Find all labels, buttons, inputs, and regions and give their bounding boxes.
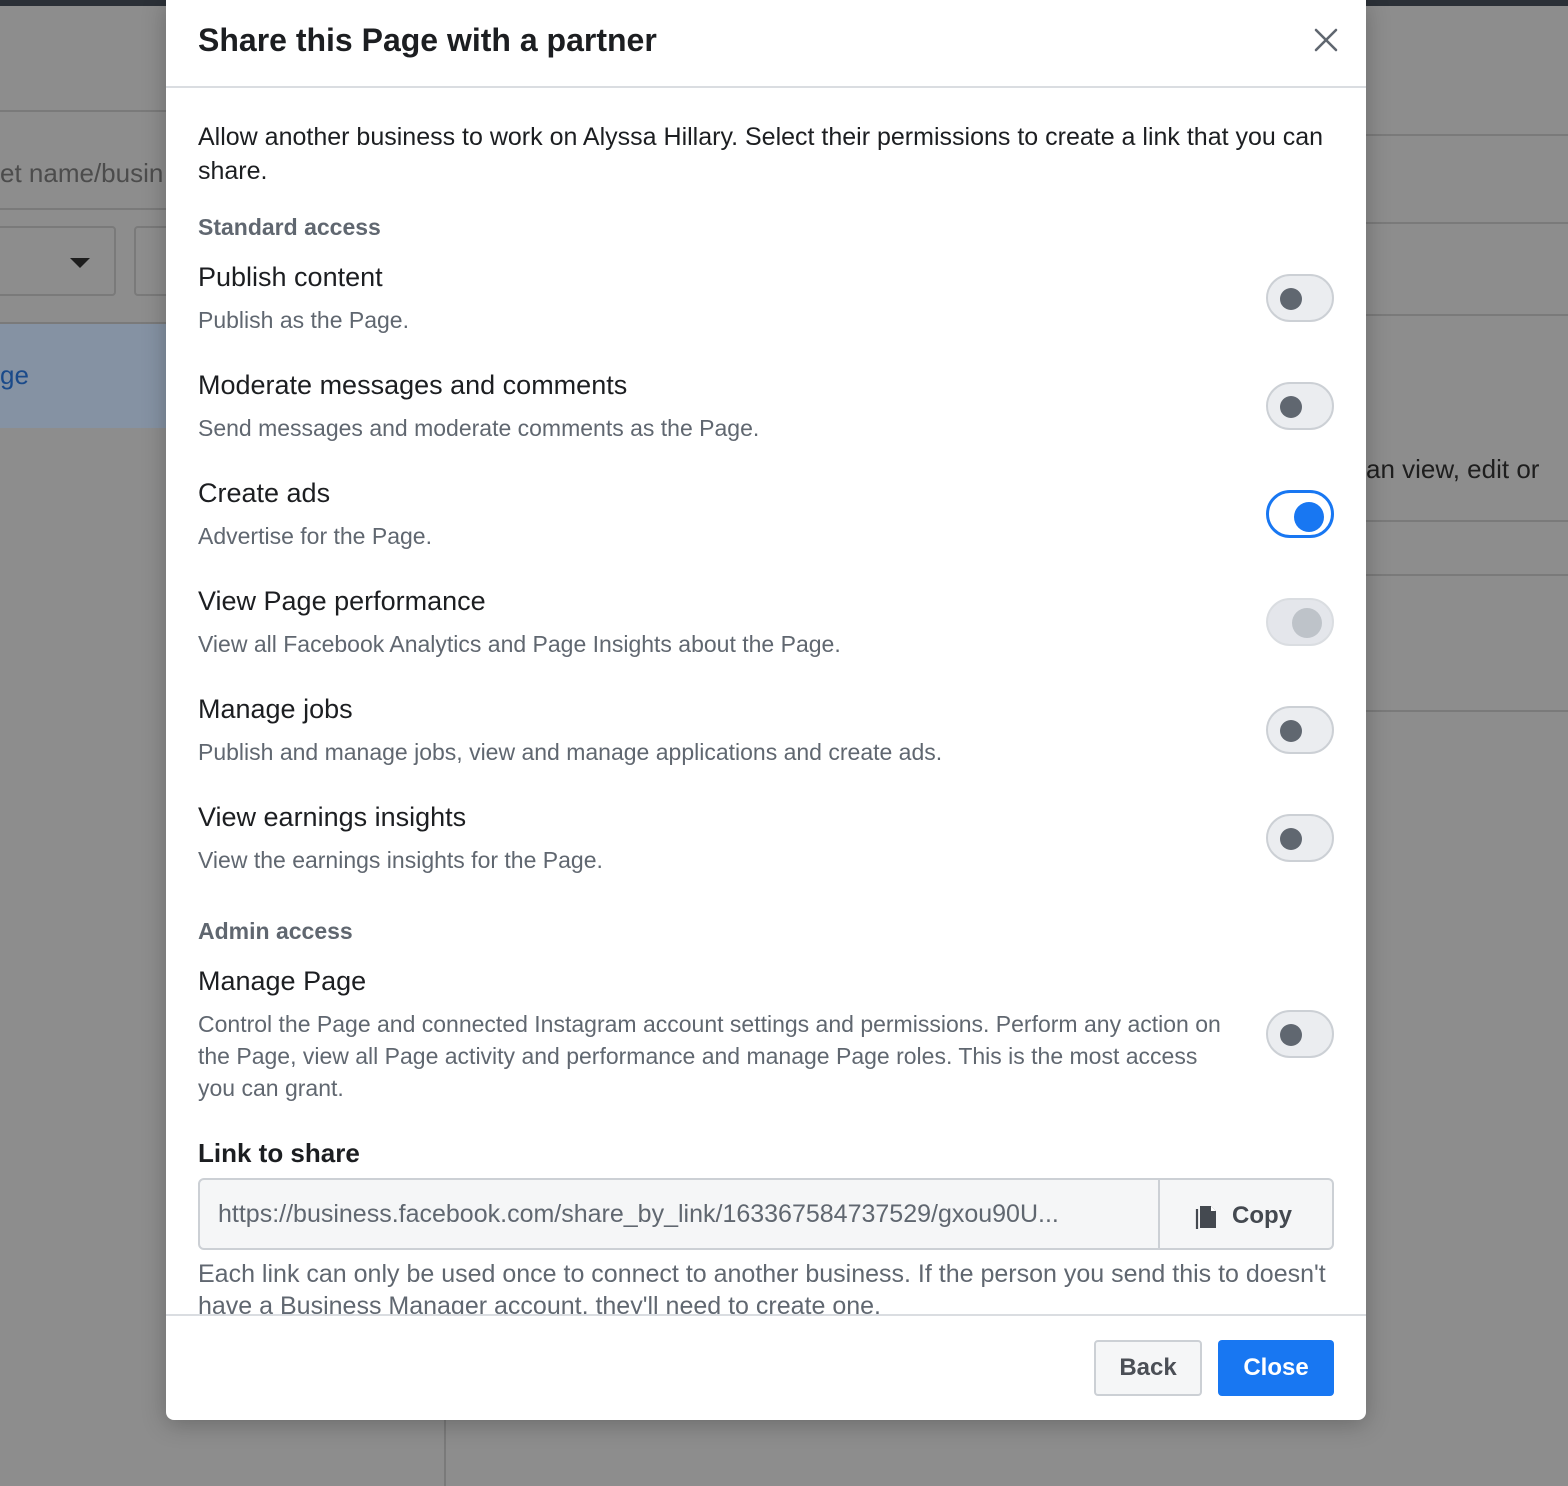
view-earnings-insights-toggle[interactable] xyxy=(1266,814,1334,862)
background-divider xyxy=(0,208,166,210)
permission-name: View earnings insights xyxy=(198,802,467,832)
permission-description: Publish as the Page. xyxy=(198,307,409,333)
permission-name: View Page performance xyxy=(198,586,486,616)
manage-jobs-toggle[interactable] xyxy=(1266,706,1334,754)
moderate-messages-toggle[interactable] xyxy=(1266,382,1334,430)
background-text: an view, edit or xyxy=(1366,454,1540,484)
toggle-knob xyxy=(1280,1024,1302,1046)
permission-name: Moderate messages and comments xyxy=(198,370,628,400)
background-dropdown xyxy=(0,226,116,296)
create-ads-toggle[interactable] xyxy=(1266,490,1334,538)
permission-description: View all Facebook Analytics and Page Ins… xyxy=(198,631,841,657)
permission-description: View the earnings insights for the Page. xyxy=(198,847,603,873)
share-link-field[interactable]: https://business.facebook.com/share_by_l… xyxy=(198,1178,1160,1250)
background-divider xyxy=(0,110,166,112)
permission-name: Manage Page xyxy=(198,966,367,996)
toggle-knob xyxy=(1292,608,1322,638)
permission-name: Publish content xyxy=(198,262,383,292)
permission-description: Control the Page and connected Instagram… xyxy=(198,1011,1221,1101)
dialog-header: Share this Page with a partner xyxy=(166,0,1366,88)
copy-button[interactable]: Copy xyxy=(1160,1178,1334,1250)
toggle-knob xyxy=(1280,720,1302,742)
close-icon[interactable] xyxy=(1306,20,1346,60)
permission-description: Advertise for the Page. xyxy=(198,523,432,549)
background-divider xyxy=(444,1420,446,1486)
permission-name: Manage jobs xyxy=(198,694,353,724)
publish-content-toggle[interactable] xyxy=(1266,274,1334,322)
back-button[interactable]: Back xyxy=(1094,1340,1202,1396)
copy-button-label: Copy xyxy=(1232,1202,1292,1229)
dialog-body[interactable]: Allow another business to work on Alyssa… xyxy=(166,88,1366,1314)
background-divider xyxy=(1366,222,1568,224)
background-divider xyxy=(1366,134,1568,136)
background-link: ge xyxy=(0,360,29,390)
toggle-knob xyxy=(1280,396,1302,418)
close-button[interactable]: Close xyxy=(1218,1340,1334,1396)
background-divider xyxy=(1366,520,1568,522)
caret-down-icon xyxy=(70,258,90,268)
permission-name: Create ads xyxy=(198,478,331,508)
permission-description: Publish and manage jobs, view and manage… xyxy=(198,739,943,765)
manage-page-toggle[interactable] xyxy=(1266,1010,1334,1058)
copy-icon xyxy=(1195,1206,1216,1229)
background-divider xyxy=(1366,710,1568,712)
dialog-footer: Back Close xyxy=(166,1314,1366,1420)
background-divider xyxy=(1366,314,1568,316)
share-page-dialog: Share this Page with a partner Allow ano… xyxy=(166,0,1366,1420)
link-footnote: Each link can only be used once to conne… xyxy=(198,1260,1326,1314)
view-page-performance-toggle[interactable] xyxy=(1266,598,1334,646)
background-divider xyxy=(1366,574,1568,576)
toggle-knob xyxy=(1280,828,1302,850)
toggle-knob xyxy=(1294,502,1324,532)
background-search-input: et name/busin xyxy=(0,158,164,188)
permission-description: Send messages and moderate comments as t… xyxy=(198,415,760,441)
dialog-intro: Allow another business to work on Alyssa… xyxy=(198,123,1324,185)
admin-access-heading: Admin access xyxy=(198,918,353,944)
dialog-title: Share this Page with a partner xyxy=(198,22,657,58)
toggle-knob xyxy=(1280,288,1302,310)
link-to-share-label: Link to share xyxy=(198,1138,360,1168)
standard-access-heading: Standard access xyxy=(198,214,381,240)
